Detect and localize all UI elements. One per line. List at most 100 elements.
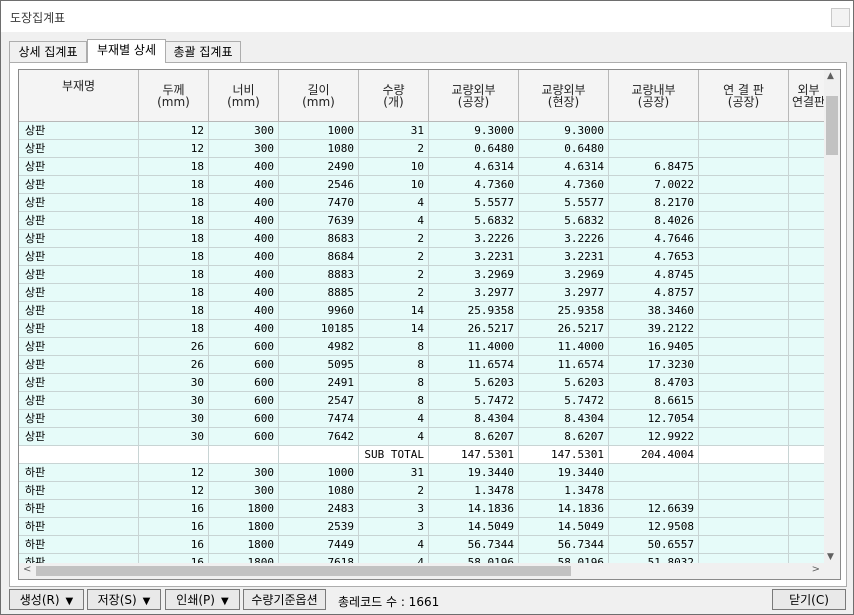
- table-cell[interactable]: 하판: [19, 464, 139, 482]
- table-cell[interactable]: 4: [359, 194, 429, 212]
- tab-detail-summary[interactable]: 상세 집계표: [9, 41, 87, 62]
- table-cell[interactable]: 2: [359, 140, 429, 158]
- table-row[interactable]: 하판 12 300 1080 2 1.3478 1.3478: [19, 482, 824, 500]
- table-cell[interactable]: 2483: [279, 500, 359, 518]
- table-cell[interactable]: 상판: [19, 194, 139, 212]
- table-cell[interactable]: 19.3440: [429, 464, 519, 482]
- table-cell[interactable]: 26: [139, 356, 209, 374]
- table-cell[interactable]: 3.2226: [519, 230, 609, 248]
- table-cell[interactable]: [789, 266, 824, 284]
- table-cell[interactable]: 상판: [19, 392, 139, 410]
- quantity-option-button[interactable]: 수량기준옵션: [243, 589, 326, 610]
- table-cell[interactable]: 1080: [279, 482, 359, 500]
- table-cell[interactable]: 12: [139, 464, 209, 482]
- table-cell[interactable]: 7639: [279, 212, 359, 230]
- table-cell[interactable]: 16: [139, 536, 209, 554]
- table-cell[interactable]: 상판: [19, 266, 139, 284]
- table-cell[interactable]: [789, 140, 824, 158]
- table-cell[interactable]: 상판: [19, 374, 139, 392]
- table-cell[interactable]: 147.5301: [519, 446, 609, 464]
- table-cell[interactable]: 0.6480: [429, 140, 519, 158]
- table-cell[interactable]: 1.3478: [429, 482, 519, 500]
- table-row[interactable]: 상판 18 400 7470 4 5.5577 5.5577 8.2170: [19, 194, 824, 212]
- table-cell[interactable]: [699, 194, 789, 212]
- table-cell[interactable]: 10: [359, 158, 429, 176]
- table-row[interactable]: 상판 18 400 9960 14 25.9358 25.9358 38.3460: [19, 302, 824, 320]
- table-cell[interactable]: 8.2170: [609, 194, 699, 212]
- table-cell[interactable]: 1080: [279, 140, 359, 158]
- table-cell[interactable]: [699, 446, 789, 464]
- table-cell[interactable]: 4.8757: [609, 284, 699, 302]
- table-cell[interactable]: 5.6832: [519, 212, 609, 230]
- table-cell[interactable]: 4.8745: [609, 266, 699, 284]
- table-cell[interactable]: 상판: [19, 230, 139, 248]
- table-cell[interactable]: 8885: [279, 284, 359, 302]
- table-cell[interactable]: 3.2969: [519, 266, 609, 284]
- table-row[interactable]: 하판 16 1800 7618 4 58.0196 58.0196 51.8032: [19, 554, 824, 563]
- table-cell[interactable]: 31: [359, 122, 429, 140]
- table-cell[interactable]: [699, 410, 789, 428]
- table-cell[interactable]: 14.5049: [519, 518, 609, 536]
- table-row[interactable]: 상판 30 600 7642 4 8.6207 8.6207 12.9922: [19, 428, 824, 446]
- table-cell[interactable]: [609, 140, 699, 158]
- column-header[interactable]: 연 결 판 (공장): [699, 70, 789, 122]
- table-cell[interactable]: 39.2122: [609, 320, 699, 338]
- table-cell[interactable]: 하판: [19, 482, 139, 500]
- table-cell[interactable]: 3.2231: [429, 248, 519, 266]
- table-cell[interactable]: 7642: [279, 428, 359, 446]
- table-row[interactable]: 상판 18 400 8883 2 3.2969 3.2969 4.8745: [19, 266, 824, 284]
- table-cell[interactable]: 11.6574: [519, 356, 609, 374]
- table-cell[interactable]: [789, 176, 824, 194]
- table-cell[interactable]: 300: [209, 464, 279, 482]
- table-cell[interactable]: 2: [359, 230, 429, 248]
- table-cell[interactable]: 12.9508: [609, 518, 699, 536]
- table-cell[interactable]: [789, 374, 824, 392]
- table-cell[interactable]: 상판: [19, 176, 139, 194]
- table-cell[interactable]: 400: [209, 266, 279, 284]
- table-cell[interactable]: 3.2969: [429, 266, 519, 284]
- table-cell[interactable]: 400: [209, 230, 279, 248]
- table-cell[interactable]: 4.7360: [429, 176, 519, 194]
- table-cell[interactable]: 300: [209, 482, 279, 500]
- table-cell[interactable]: 8.4703: [609, 374, 699, 392]
- table-cell[interactable]: [789, 554, 824, 563]
- table-cell[interactable]: 25.9358: [519, 302, 609, 320]
- table-cell[interactable]: 2491: [279, 374, 359, 392]
- table-cell[interactable]: 30: [139, 374, 209, 392]
- print-button[interactable]: 인쇄(P) ▼: [165, 589, 240, 610]
- table-row[interactable]: 상판 18 400 8683 2 3.2226 3.2226 4.7646: [19, 230, 824, 248]
- scroll-down-icon[interactable]: ▼: [827, 552, 834, 562]
- table-cell[interactable]: [699, 482, 789, 500]
- table-cell[interactable]: [789, 320, 824, 338]
- table-cell[interactable]: 상판: [19, 212, 139, 230]
- table-cell[interactable]: [699, 320, 789, 338]
- table-cell[interactable]: 1000: [279, 122, 359, 140]
- table-cell[interactable]: 18: [139, 230, 209, 248]
- window-close-button[interactable]: [831, 8, 850, 27]
- table-cell[interactable]: 상판: [19, 428, 139, 446]
- table-cell[interactable]: 30: [139, 428, 209, 446]
- table-cell[interactable]: [699, 536, 789, 554]
- table-cell[interactable]: 1800: [209, 500, 279, 518]
- table-cell[interactable]: [699, 158, 789, 176]
- table-cell[interactable]: 1.3478: [519, 482, 609, 500]
- table-row[interactable]: 상판 30 600 7474 4 8.4304 8.4304 12.7054: [19, 410, 824, 428]
- table-cell[interactable]: 8.4026: [609, 212, 699, 230]
- table-cell[interactable]: 8.6207: [429, 428, 519, 446]
- table-cell[interactable]: 18: [139, 302, 209, 320]
- table-cell[interactable]: [699, 554, 789, 563]
- table-cell[interactable]: 상판: [19, 284, 139, 302]
- table-cell[interactable]: 30: [139, 392, 209, 410]
- table-cell[interactable]: [699, 284, 789, 302]
- table-cell[interactable]: 상판: [19, 122, 139, 140]
- table-row[interactable]: 상판 18 400 7639 4 5.6832 5.6832 8.4026: [19, 212, 824, 230]
- tab-member-detail[interactable]: 부재별 상세: [87, 39, 166, 63]
- table-row[interactable]: 상판 12 300 1000 31 9.3000 9.3000: [19, 122, 824, 140]
- table-cell[interactable]: 2490: [279, 158, 359, 176]
- table-cell[interactable]: 56.7344: [519, 536, 609, 554]
- table-row[interactable]: 상판 18 400 8684 2 3.2231 3.2231 4.7653: [19, 248, 824, 266]
- table-cell[interactable]: 400: [209, 176, 279, 194]
- table-cell[interactable]: 상판: [19, 320, 139, 338]
- table-cell[interactable]: 300: [209, 140, 279, 158]
- horizontal-scrollbar[interactable]: < >: [19, 563, 824, 579]
